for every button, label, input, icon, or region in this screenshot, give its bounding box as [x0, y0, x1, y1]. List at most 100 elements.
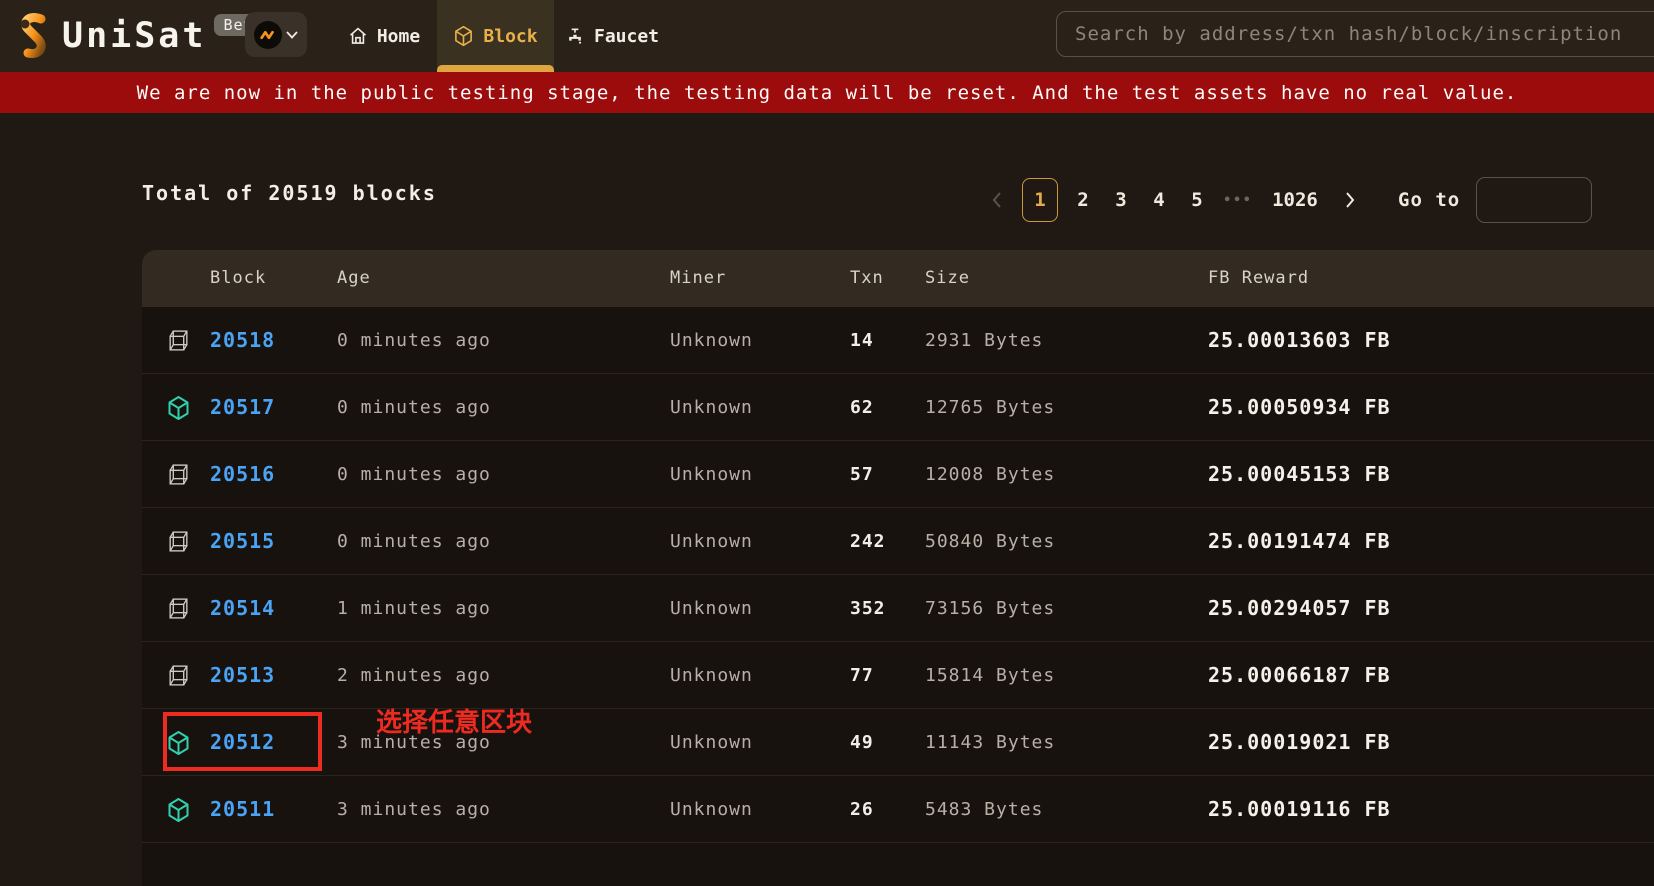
network-dropdown[interactable]	[245, 12, 307, 57]
tab-block-label: Block	[483, 26, 537, 47]
block-age: 1 minutes ago	[337, 575, 491, 642]
block-reward: 25.00050934 FB	[1208, 374, 1391, 441]
header-fb-reward: FB Reward	[1208, 250, 1309, 307]
pagination-next-button[interactable]	[1330, 178, 1370, 222]
cube-3d-icon	[166, 797, 192, 823]
block-miner: Unknown	[670, 307, 753, 374]
annotation-label: 选择任意区块	[376, 702, 532, 739]
block-size: 12765 Bytes	[925, 374, 1055, 441]
table-row[interactable]: 20513 2 minutes ago Unknown 77 15814 Byt…	[142, 642, 1654, 709]
table-row[interactable]: 20515 0 minutes ago Unknown 242 50840 By…	[142, 508, 1654, 575]
tab-block[interactable]: Block	[437, 0, 554, 72]
block-age: 0 minutes ago	[337, 374, 491, 441]
block-link[interactable]: 20514	[210, 575, 275, 642]
block-txn: 352	[850, 575, 886, 642]
block-txn: 14	[850, 307, 874, 374]
top-navbar: UniSat Beta Home Block Faucet	[0, 0, 1654, 72]
blocks-table-card: Block Age Miner Txn Size FB Reward 20518…	[142, 250, 1654, 886]
block-size: 73156 Bytes	[925, 575, 1055, 642]
home-icon	[348, 26, 368, 46]
tab-faucet-label: Faucet	[594, 26, 659, 47]
cube-3d-icon	[166, 395, 192, 421]
block-txn: 77	[850, 642, 874, 709]
pagination-ellipsis[interactable]: •••	[1216, 178, 1260, 222]
block-reward: 25.00019116 FB	[1208, 776, 1391, 843]
block-age: 3 minutes ago	[337, 776, 491, 843]
cube-icon	[453, 25, 474, 47]
cube-wireframe-icon	[166, 462, 192, 488]
block-link[interactable]: 20515	[210, 508, 275, 575]
goto-label: Go to	[1398, 189, 1460, 211]
block-reward: 25.00294057 FB	[1208, 575, 1391, 642]
block-miner: Unknown	[670, 709, 753, 776]
goto-page-input[interactable]	[1476, 177, 1592, 223]
block-link[interactable]: 20513	[210, 642, 275, 709]
pagination-page-4[interactable]: 4	[1140, 178, 1178, 222]
block-txn: 62	[850, 374, 874, 441]
chevron-left-icon	[992, 192, 1002, 208]
block-size: 5483 Bytes	[925, 776, 1043, 843]
testnet-warning-banner: We are now in the public testing stage, …	[0, 72, 1654, 113]
table-row[interactable]: 20516 0 minutes ago Unknown 57 12008 Byt…	[142, 441, 1654, 508]
block-miner: Unknown	[670, 508, 753, 575]
chevron-right-icon	[1345, 192, 1355, 208]
block-txn: 26	[850, 776, 874, 843]
block-miner: Unknown	[670, 374, 753, 441]
table-row[interactable]: 20517 0 minutes ago Unknown 62 12765 Byt…	[142, 374, 1654, 441]
header-age: Age	[337, 250, 371, 307]
blocks-total-summary: Total of 20519 blocks	[142, 181, 437, 205]
table-row[interactable]: 20518 0 minutes ago Unknown 14 2931 Byte…	[142, 307, 1654, 374]
block-link[interactable]: 20512	[210, 709, 275, 776]
header-block: Block	[210, 250, 266, 307]
pagination: 1 2 3 4 5 ••• 1026 Go to	[978, 177, 1592, 223]
cube-wireframe-icon	[166, 529, 192, 555]
block-txn: 242	[850, 508, 886, 575]
block-link[interactable]: 20511	[210, 776, 275, 843]
block-age: 0 minutes ago	[337, 441, 491, 508]
block-size: 2931 Bytes	[925, 307, 1043, 374]
table-header-row: Block Age Miner Txn Size FB Reward	[142, 250, 1654, 307]
block-size: 15814 Bytes	[925, 642, 1055, 709]
pagination-page-last[interactable]: 1026	[1260, 178, 1330, 222]
search-input[interactable]	[1056, 11, 1654, 57]
block-miner: Unknown	[670, 642, 753, 709]
faucet-icon	[565, 26, 585, 46]
pagination-page-5[interactable]: 5	[1178, 178, 1216, 222]
block-reward: 25.00045153 FB	[1208, 441, 1391, 508]
network-icon	[254, 21, 282, 49]
block-age: 0 minutes ago	[337, 307, 491, 374]
block-link[interactable]: 20517	[210, 374, 275, 441]
block-age: 2 minutes ago	[337, 642, 491, 709]
pagination-prev-button[interactable]	[978, 178, 1016, 222]
chevron-down-icon	[286, 31, 298, 39]
cube-wireframe-icon	[166, 596, 192, 622]
block-txn: 49	[850, 709, 874, 776]
table-row-highlighted[interactable]: 20512 3 minutes ago Unknown 49 11143 Byt…	[142, 709, 1654, 776]
block-miner: Unknown	[670, 575, 753, 642]
block-size: 50840 Bytes	[925, 508, 1055, 575]
table-row[interactable]: 20511 3 minutes ago Unknown 26 5483 Byte…	[142, 776, 1654, 843]
table-row[interactable]: 20514 1 minutes ago Unknown 352 73156 By…	[142, 575, 1654, 642]
block-size: 12008 Bytes	[925, 441, 1055, 508]
pagination-page-3[interactable]: 3	[1102, 178, 1140, 222]
block-txn: 57	[850, 441, 874, 508]
header-miner: Miner	[670, 250, 726, 307]
cube-3d-icon	[166, 730, 192, 756]
cube-wireframe-icon	[166, 663, 192, 689]
block-link[interactable]: 20516	[210, 441, 275, 508]
active-tab-underline	[437, 65, 554, 72]
brand-logo[interactable]: UniSat Beta	[10, 10, 273, 62]
block-age: 0 minutes ago	[337, 508, 491, 575]
header-size: Size	[925, 250, 970, 307]
pagination-page-1[interactable]: 1	[1022, 178, 1058, 222]
block-link[interactable]: 20518	[210, 307, 275, 374]
header-txn: Txn	[850, 250, 884, 307]
block-reward: 25.00191474 FB	[1208, 508, 1391, 575]
tab-home[interactable]: Home	[338, 0, 430, 72]
block-reward: 25.00019021 FB	[1208, 709, 1391, 776]
brand-name: UniSat	[62, 10, 206, 62]
pagination-page-2[interactable]: 2	[1064, 178, 1102, 222]
block-miner: Unknown	[670, 441, 753, 508]
tab-faucet[interactable]: Faucet	[560, 0, 664, 72]
unisat-logo-icon	[10, 10, 56, 62]
